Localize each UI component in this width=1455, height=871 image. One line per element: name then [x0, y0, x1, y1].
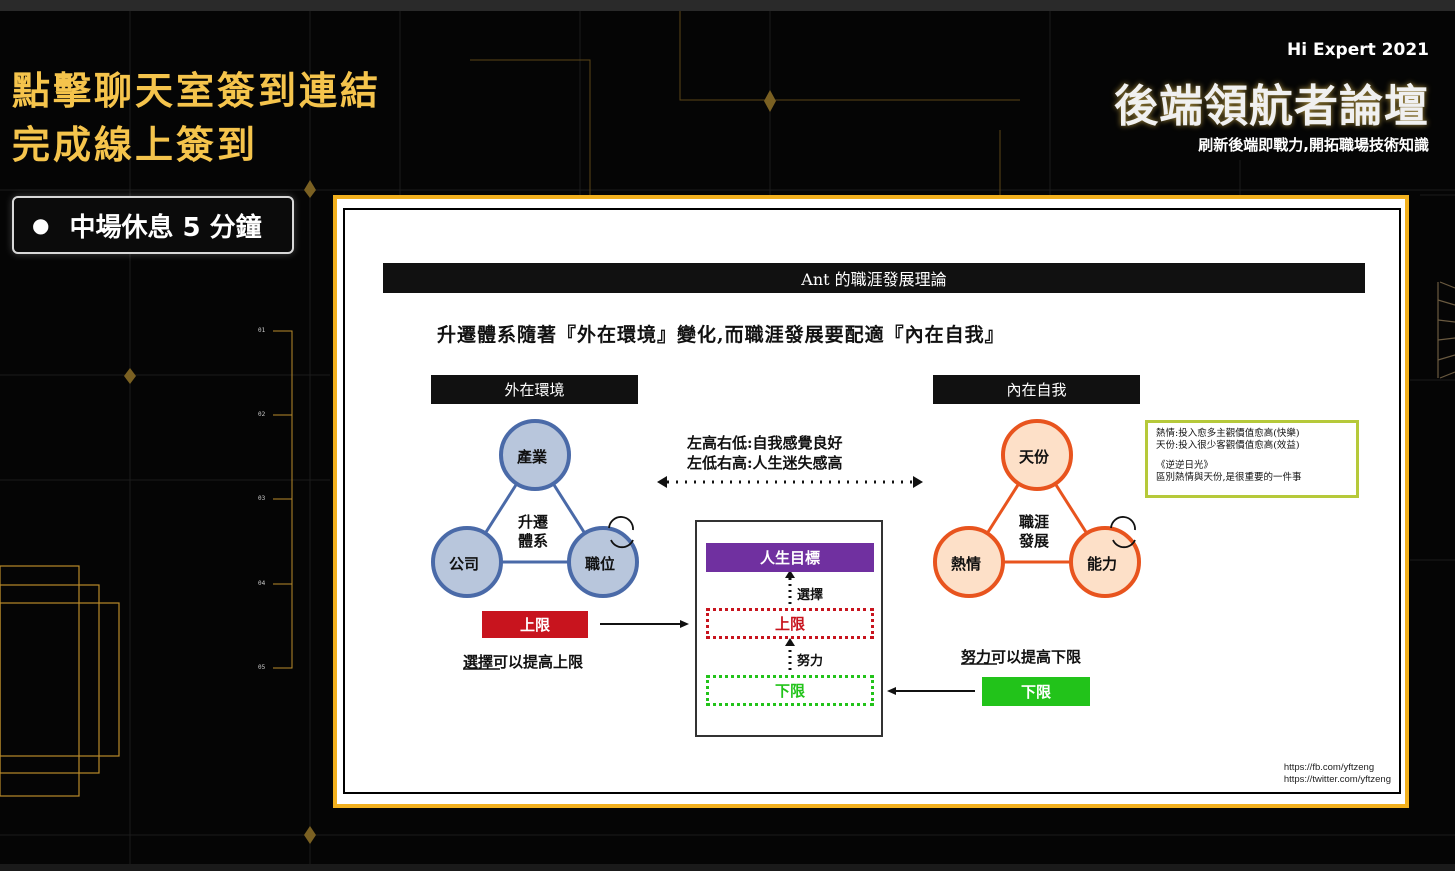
headline-line-2: 完成線上簽到: [12, 123, 259, 167]
left-center-label-2: 體系: [518, 532, 549, 550]
center-choose-label: 選擇: [797, 588, 824, 603]
side-marker-05: 05: [258, 664, 266, 671]
middle-text-2: 左低右高:人生迷失感高: [687, 454, 843, 472]
life-goal-box: 人生目標: [706, 543, 874, 572]
choose-text: 選擇可以提高上限: [463, 653, 584, 671]
upper-limit-tag: 上限: [482, 611, 588, 638]
break-notice-text: 中場休息 5 分鐘: [69, 212, 262, 243]
note-box: 熱情:投入愈多主觀價值愈高(快樂) 天份:投入很少客觀價值愈高(效益) 《逆逆日…: [1145, 420, 1359, 498]
right-center-label-1: 職涯: [1019, 513, 1050, 531]
headline-line-1: 點擊聊天室簽到連結: [12, 69, 382, 113]
center-lower-limit: 下限: [706, 675, 874, 706]
note-line-3: 《逆逆日光》: [1156, 460, 1214, 471]
node-passion: 熱情: [951, 555, 982, 573]
author-links: https://fb.com/yftzeng https://twitter.c…: [1284, 762, 1391, 786]
center-upper-limit: 上限: [706, 608, 874, 639]
lower-limit-tag: 下限: [982, 677, 1090, 706]
node-position: 職位: [585, 555, 616, 573]
break-notice: ● 中場休息 5 分鐘: [12, 196, 294, 254]
twitter-link[interactable]: https://twitter.com/yftzeng: [1284, 774, 1391, 786]
diagram-graphics: [431, 419, 1141, 737]
node-industry: 產業: [517, 448, 548, 466]
slide-content: Ant 的職涯發展理論 升遷體系隨著『外在環境』變化,而職涯發展要配適『內在自我…: [343, 208, 1401, 794]
left-center-label-1: 升遷: [518, 513, 549, 531]
note-line-2: 天份:投入很少客觀價值愈高(效益): [1156, 440, 1300, 451]
center-effort-label: 努力: [797, 654, 824, 669]
brand-event-label: Hi Expert 2021: [1287, 40, 1429, 60]
side-marker-01: 01: [258, 327, 266, 334]
note-line-4: 區別熱情與天份,是很重要的一件事: [1156, 472, 1302, 483]
node-company: 公司: [449, 555, 480, 573]
side-marker-02: 02: [258, 411, 266, 418]
presentation-slide: Ant 的職涯發展理論 升遷體系隨著『外在環境』變化,而職涯發展要配適『內在自我…: [333, 195, 1409, 808]
effort-text: 努力可以提高下限: [961, 648, 1082, 666]
node-ability: 能力: [1087, 555, 1118, 573]
facebook-link[interactable]: https://fb.com/yftzeng: [1284, 762, 1391, 774]
window-bottom-bar: [0, 864, 1455, 871]
note-line-1: 熱情:投入愈多主觀價值愈高(快樂): [1156, 428, 1300, 439]
side-marker-04: 04: [258, 580, 266, 587]
node-talent: 天份: [1019, 448, 1050, 466]
bullet-icon: ●: [32, 213, 50, 237]
side-marker-03: 03: [258, 495, 266, 502]
brand-subtitle: 刷新後端即戰力,開拓職場技術知識: [1198, 136, 1429, 154]
middle-text-1: 左高右低:自我感覺良好: [687, 434, 843, 452]
right-center-label-2: 發展: [1019, 532, 1050, 550]
brand-title: 後端領航者論壇: [1114, 81, 1429, 132]
